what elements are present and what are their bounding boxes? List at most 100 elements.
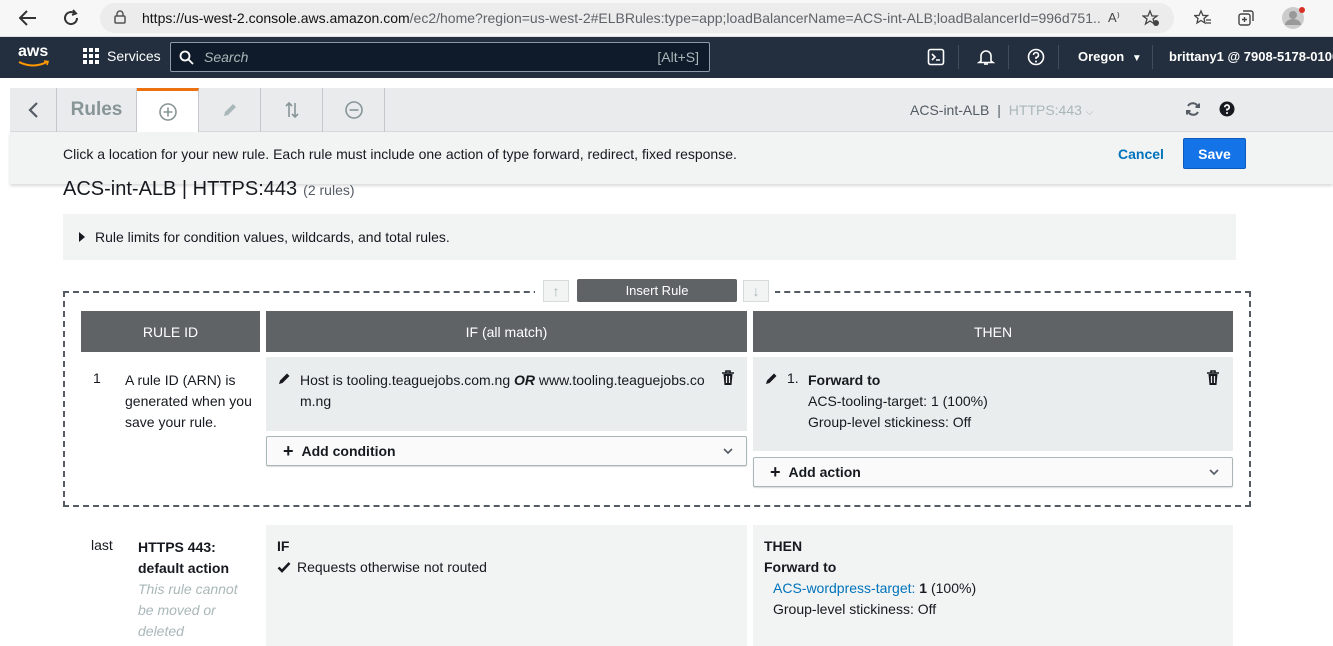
- favorites-icon[interactable]: [1192, 7, 1214, 29]
- trash-icon[interactable]: [1206, 370, 1220, 386]
- listener-port: HTTPS:443: [1008, 102, 1082, 118]
- plus-icon: +: [283, 441, 294, 461]
- trash-icon[interactable]: [721, 370, 735, 386]
- cancel-button[interactable]: Cancel: [1118, 146, 1164, 162]
- condition-box: Host is tooling.teaguejobs.com.ng OR www…: [266, 357, 747, 431]
- services-menu[interactable]: Services: [83, 48, 161, 64]
- add-rule-button[interactable]: [137, 88, 199, 132]
- action-number: 1.: [787, 370, 799, 386]
- refresh-icon[interactable]: [60, 7, 82, 29]
- url-text: https://us-west-2.console.aws.amazon.com…: [142, 10, 1102, 26]
- region-selector[interactable]: Oregon ▼: [1078, 49, 1142, 64]
- profile-avatar-icon[interactable]: [1280, 5, 1306, 31]
- lb-name: ACS-int-ALB: [910, 102, 990, 118]
- chevron-down-icon: ⌵: [1085, 107, 1094, 118]
- account-menu[interactable]: brittany1 @ 7908-5178-0100: [1169, 49, 1333, 64]
- delete-rules-button[interactable]: [323, 88, 385, 132]
- collections-icon[interactable]: [1235, 7, 1257, 29]
- arrow-up-icon: ↑: [552, 283, 560, 299]
- default-condition-text: Requests otherwise not routed: [297, 559, 487, 575]
- arrow-down-icon: ↓: [752, 283, 760, 299]
- move-up-button[interactable]: ↑: [543, 280, 569, 302]
- default-rule-note: This rule cannot be moved or deleted: [138, 581, 238, 639]
- default-condition: Requests otherwise not routed: [277, 559, 487, 575]
- help-icon[interactable]: [1026, 47, 1046, 67]
- search-input[interactable]: Search [Alt+S]: [170, 42, 710, 72]
- help-icon[interactable]: [1218, 100, 1236, 118]
- edit-rules-button[interactable]: [199, 88, 261, 132]
- rule-id-note: A rule ID (ARN) is generated when you sa…: [125, 372, 252, 430]
- add-action-button[interactable]: + Add action: [753, 457, 1233, 487]
- action-target: ACS-tooling-target: 1 (100%): [808, 393, 988, 409]
- host-condition: Host is tooling.teaguejobs.com.ng OR www…: [300, 370, 710, 412]
- default-rule-label: last: [91, 537, 113, 553]
- default-stickiness: Group-level stickiness: Off: [773, 601, 937, 617]
- condition-or: OR: [514, 372, 536, 388]
- action-stickiness: Group-level stickiness: Off: [808, 414, 972, 430]
- rule-number: 1: [93, 370, 101, 386]
- reorder-arrows-icon: [284, 101, 299, 119]
- then-label: THEN: [764, 538, 803, 554]
- toolbar-title: Rules: [57, 88, 137, 132]
- target-weight: 1: [919, 580, 928, 596]
- rule-limits-expander[interactable]: Rule limits for condition values, wildca…: [63, 214, 1236, 260]
- read-aloud-icon[interactable]: A⁾: [1108, 10, 1120, 26]
- browser-toolbar: https://us-west-2.console.aws.amazon.com…: [0, 0, 1333, 37]
- address-bar[interactable]: https://us-west-2.console.aws.amazon.com…: [100, 3, 1174, 33]
- target-percent: (100%): [930, 580, 977, 596]
- lock-icon: [114, 9, 126, 27]
- nav-divider: [958, 45, 959, 69]
- lb-separator: |: [997, 102, 1001, 118]
- column-header-if: IF (all match): [266, 311, 747, 352]
- default-target: ACS-wordpress-target: 1 (100%): [773, 580, 976, 596]
- listener-selector[interactable]: ACS-int-ALB | HTTPS:443 ⌵: [910, 102, 1093, 118]
- chevron-down-icon: [723, 448, 733, 455]
- action-title: Forward to: [808, 372, 881, 388]
- condition-host-primary: Host is tooling.teaguejobs.com.ng: [300, 372, 511, 388]
- search-shortcut: [Alt+S]: [657, 49, 699, 65]
- save-button[interactable]: Save: [1183, 138, 1246, 169]
- column-header-rule-id: RULE ID: [81, 311, 260, 352]
- nav-divider: [1058, 45, 1059, 69]
- forward-label: Forward to: [764, 559, 837, 575]
- checkmark-icon: [277, 562, 291, 573]
- instruction-text: Click a location for your new rule. Each…: [63, 146, 737, 162]
- caret-down-icon: ▼: [1131, 53, 1142, 64]
- pencil-icon[interactable]: [278, 371, 292, 385]
- aws-top-nav: aws Services Search [Alt+S] Oregon ▼ bri…: [0, 37, 1333, 78]
- target-group-link[interactable]: ACS-wordpress-target:: [773, 580, 915, 596]
- refresh-icon[interactable]: [1184, 100, 1202, 118]
- cloudshell-icon[interactable]: [926, 47, 946, 67]
- forward-action: Forward to ACS-tooling-target: 1 (100%) …: [808, 370, 988, 433]
- search-icon: [179, 50, 194, 65]
- default-rule-title: HTTPS 443: default action: [138, 539, 230, 576]
- pencil-icon: [223, 104, 236, 116]
- if-label: IF: [277, 538, 290, 554]
- chevron-down-icon: [1209, 469, 1219, 476]
- nav-divider: [1152, 45, 1153, 69]
- bell-icon[interactable]: [976, 47, 996, 67]
- back-arrow-icon[interactable]: [17, 7, 39, 29]
- action-box: 1. Forward to ACS-tooling-target: 1 (100…: [753, 357, 1233, 451]
- aws-logo[interactable]: aws: [18, 44, 52, 72]
- back-button[interactable]: [10, 88, 57, 132]
- rule-limits-text: Rule limits for condition values, wildca…: [95, 229, 450, 245]
- region-label: Oregon: [1078, 49, 1125, 64]
- heading-text: ACS-int-ALB | HTTPS:443: [63, 178, 298, 200]
- pencil-icon[interactable]: [765, 371, 779, 385]
- minus-circle-icon: [344, 101, 363, 119]
- chevron-left-icon: [28, 102, 38, 118]
- add-condition-button[interactable]: + Add condition: [266, 436, 747, 466]
- services-label: Services: [107, 48, 161, 64]
- reorder-rules-button[interactable]: [261, 88, 323, 132]
- rules-toolbar: Rules ACS-int-ALB | HTTPS:443 ⌵: [10, 88, 1333, 132]
- insert-rule-label: Insert Rule: [577, 279, 737, 302]
- plus-icon: +: [770, 462, 781, 482]
- page-heading: ACS-int-ALB | HTTPS:443 (2 rules): [63, 178, 355, 201]
- move-down-button[interactable]: ↓: [743, 280, 769, 302]
- grid-icon: [83, 48, 99, 64]
- nav-divider: [1008, 45, 1009, 69]
- favorite-add-icon[interactable]: [1141, 9, 1160, 30]
- caret-right-icon: [79, 232, 85, 242]
- column-header-then: THEN: [753, 311, 1233, 352]
